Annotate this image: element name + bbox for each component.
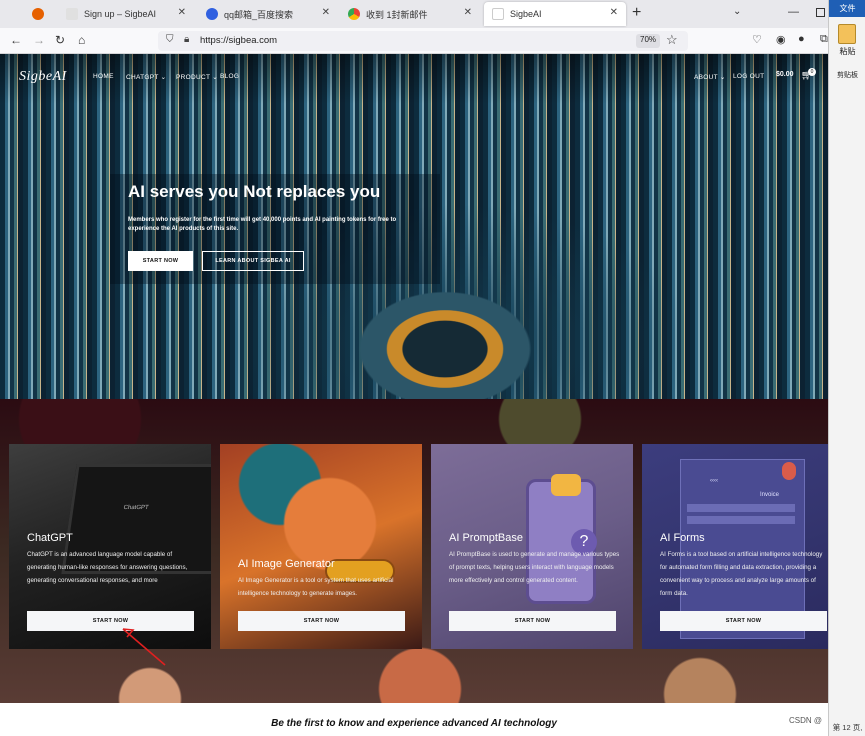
bookmark-star-icon[interactable]: ☆ — [666, 32, 678, 48]
card-title: AI Forms — [660, 532, 705, 544]
url-text[interactable]: https://sigbea.com — [200, 35, 277, 46]
learn-about-button[interactable]: LEARN ABOUT SIGBEA AI — [202, 251, 304, 271]
clipboard-label: 剪贴板 — [837, 72, 858, 79]
chevron-down-icon: ⌄ — [160, 74, 167, 81]
hero-banner: SigbeAI HOME CHATGPT ⌄ PRODUCT ⌄ BLOG AB… — [0, 54, 828, 399]
hero-subtitle: Members who register for the first time … — [128, 217, 397, 232]
tab-label: 收到 1封新邮件 — [366, 9, 428, 20]
puzzle-icon[interactable]: ⧉ — [820, 33, 828, 46]
firefox-icon — [32, 8, 44, 20]
browser-nav-bar: ← → ↻ ⌂ ⛉ 🔒︎ https://sigbea.com 70% ☆ ♡ … — [0, 28, 828, 54]
invoice-heading: Invoice — [760, 492, 780, 498]
hero-title: AI serves you Not replaces you — [128, 182, 381, 201]
image-generator-start-now-button[interactable]: START NOW — [238, 611, 405, 631]
cart-count-badge: 0 — [808, 68, 816, 76]
site-logo[interactable]: SigbeAI — [19, 69, 67, 85]
file-tab[interactable]: 文件 — [829, 0, 865, 17]
pocket-icon[interactable]: ♡ — [752, 33, 762, 46]
shield-icon[interactable]: ⛉ — [166, 34, 174, 45]
card-title: AI PromptBase — [449, 532, 523, 544]
card-chatgpt: ChatGPT ChatGPT ChatGPT is an advanced l… — [9, 444, 211, 649]
form-row — [687, 516, 795, 524]
home-icon[interactable]: ⌂ — [78, 33, 85, 47]
side-app-strip: 文件 粘贴 剪贴板 第 12 页, — [828, 0, 865, 736]
nav-chatgpt-label: CHATGPT — [126, 74, 159, 81]
paste-label[interactable]: 粘贴 — [829, 46, 865, 57]
chat-bubble-icon — [551, 474, 581, 496]
arrows-decoration: ‹‹‹‹ — [710, 478, 718, 484]
tagline: Be the first to know and experience adva… — [271, 718, 557, 729]
close-icon[interactable]: ✕ — [322, 7, 330, 18]
card-ai-image-generator: AI Image Generator AI Image Generator is… — [220, 444, 422, 649]
laptop-screen-text: ChatGPT — [123, 505, 149, 511]
zoom-level[interactable]: 70% — [636, 34, 661, 48]
forms-start-now-button[interactable]: START NOW — [660, 611, 827, 631]
nav-logout[interactable]: LOG OUT — [733, 73, 764, 80]
tab-firefox-home[interactable] — [24, 2, 56, 26]
page-indicator: 第 12 页, — [832, 723, 863, 732]
baidu-icon — [206, 8, 218, 20]
csdn-watermark: CSDN @ — [789, 716, 823, 725]
hero-start-now-button[interactable]: START NOW — [128, 251, 193, 271]
tab-label: SigbeAI — [510, 9, 542, 19]
promptbase-start-now-button[interactable]: START NOW — [449, 611, 616, 631]
close-icon[interactable]: ✕ — [610, 7, 618, 18]
address-bar[interactable]: ⛉ 🔒︎ https://sigbea.com 70% ☆ — [158, 31, 688, 51]
chrome-icon — [348, 8, 360, 20]
maximize-icon[interactable] — [816, 8, 825, 17]
card-description: AI Image Generator is a tool or system t… — [238, 577, 394, 597]
lock-icon[interactable]: 🔒︎ — [184, 34, 189, 45]
nav-home[interactable]: HOME — [93, 73, 114, 80]
tab-qq-search[interactable]: qq邮箱_百度搜索 ✕ — [198, 2, 338, 26]
nav-about[interactable]: ABOUT ⌄ — [694, 73, 726, 81]
card-title: ChatGPT — [27, 532, 73, 544]
form-row — [687, 504, 795, 512]
minimize-icon[interactable]: — — [788, 6, 799, 18]
card-ai-forms: ‹‹‹‹ Invoice AI Forms AI Forms is a tool… — [642, 444, 828, 649]
card-description: AI PromptBase is used to generate and ma… — [449, 551, 620, 584]
account-icon[interactable]: ◉ — [776, 33, 786, 46]
nav-about-label: ABOUT — [694, 74, 718, 81]
nav-chatgpt[interactable]: CHATGPT ⌄ — [126, 73, 166, 81]
card-ai-promptbase: ? AI PromptBase AI PromptBase is used to… — [431, 444, 633, 649]
browser-tab-bar: Sign up – SigbeAI ✕ qq邮箱_百度搜索 ✕ 收到 1封新邮件… — [0, 0, 828, 28]
reload-icon[interactable]: ↻ — [55, 33, 65, 47]
nav-product-label: PRODUCT — [176, 74, 211, 81]
site-favicon-icon — [492, 8, 504, 20]
site-favicon-icon — [66, 8, 78, 20]
close-icon[interactable]: ✕ — [178, 7, 186, 18]
new-tab-icon[interactable]: + — [632, 4, 641, 22]
extension-icon[interactable]: ● — [798, 33, 805, 45]
forward-icon[interactable]: → — [33, 33, 45, 47]
tab-label: qq邮箱_百度搜索 — [224, 9, 294, 20]
card-description: ChatGPT is an advanced language model ca… — [27, 551, 188, 584]
chevron-down-icon: ⌄ — [212, 74, 218, 81]
card-title: AI Image Generator — [238, 558, 335, 570]
annotation-arrow-icon — [122, 628, 166, 666]
cart-total[interactable]: $0.00 — [776, 71, 794, 78]
back-icon[interactable]: ← — [10, 33, 22, 47]
tab-sign-up[interactable]: Sign up – SigbeAI ✕ — [58, 2, 194, 26]
card-description: AI Forms is a tool based on artificial i… — [660, 551, 823, 597]
nav-blog[interactable]: BLOG — [220, 73, 239, 80]
tab-sigbeai[interactable]: SigbeAI ✕ — [484, 2, 626, 26]
chevron-down-icon[interactable]: ⌄ — [733, 6, 741, 17]
chevron-down-icon: ⌄ — [719, 74, 726, 81]
balloon-icon — [782, 462, 796, 480]
tab-mail[interactable]: 收到 1封新邮件 ✕ — [340, 2, 480, 26]
tab-label: Sign up – SigbeAI — [84, 9, 157, 19]
nav-product[interactable]: PRODUCT ⌄ — [176, 73, 218, 81]
paste-icon[interactable] — [838, 24, 856, 44]
close-icon[interactable]: ✕ — [464, 7, 472, 18]
